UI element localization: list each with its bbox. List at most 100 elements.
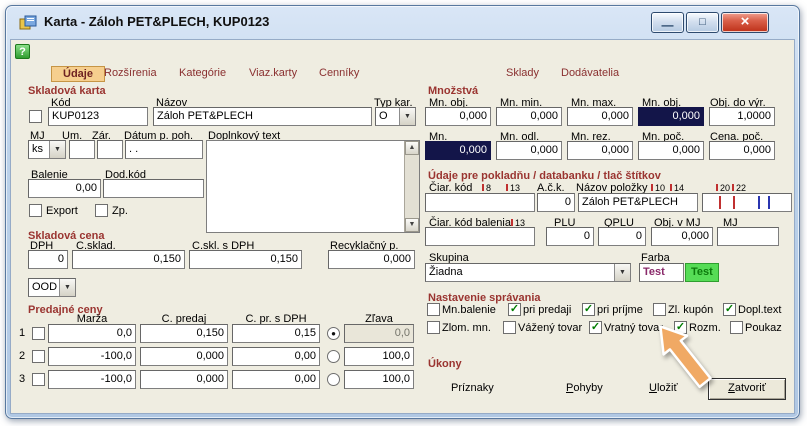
c-predaj-row3-input[interactable]: 0,000	[140, 370, 228, 389]
c-predaj-row1-input[interactable]: 0,150	[140, 324, 228, 343]
mn-odl-input[interactable]: 0,000	[496, 141, 562, 160]
help-button[interactable]: ?	[15, 44, 30, 59]
mn-max-input[interactable]: 0,000	[567, 107, 633, 126]
maximize-button[interactable]: □	[686, 12, 719, 33]
mn-input[interactable]: 0,000	[425, 141, 491, 160]
plu-input[interactable]: 0	[546, 227, 594, 246]
minimize-button[interactable]: —	[651, 12, 684, 33]
price-row1-radio[interactable]: ●	[327, 327, 340, 340]
position-mark	[768, 196, 770, 209]
mn-obj-input[interactable]: 0,000	[425, 107, 491, 126]
tab-cenniky[interactable]: Cenníky	[319, 66, 359, 82]
zp-label: Zp.	[112, 205, 128, 217]
zl-kupon-checkbox[interactable]	[653, 303, 666, 316]
c-skl-s-dph-input[interactable]: 0,150	[189, 250, 302, 269]
minimize-icon: —	[662, 18, 674, 32]
zar-input[interactable]	[97, 140, 123, 159]
marza-row2-input[interactable]: -100,0	[48, 347, 136, 366]
obj-do-vyr-input[interactable]: 1,0000	[709, 107, 775, 126]
title-bar[interactable]: Karta - Záloh PET&PLECH, KUP0123 — □ ×	[6, 6, 799, 39]
close-button[interactable]: ×	[721, 12, 769, 33]
balenie-input[interactable]: 0,00	[28, 179, 101, 198]
ack-input[interactable]: 0	[537, 193, 575, 212]
c-pr-s-dph-row3-input[interactable]: 0,00	[232, 370, 320, 389]
mn-obj2-input[interactable]: 0,000	[638, 107, 704, 126]
price-row2-checkbox[interactable]	[32, 350, 45, 363]
kod-input[interactable]: KUP0123	[48, 107, 148, 126]
zlava-row3-input[interactable]: 100,0	[344, 370, 414, 389]
typ-kar-select[interactable]: O ▼	[375, 107, 416, 126]
cena-poc-input[interactable]: 0,000	[709, 141, 775, 160]
mj-input-2[interactable]	[717, 227, 779, 246]
zlom-mn-label: Zlom. mn.	[442, 322, 491, 334]
tab-sklady[interactable]: Sklady	[506, 66, 539, 82]
nazov-input[interactable]: Záloh PET&PLECH	[153, 107, 372, 126]
pri-predaji-checkbox[interactable]: ✓	[508, 303, 521, 316]
kod-checkbox[interactable]	[29, 110, 42, 123]
dph-input[interactable]: 0	[28, 250, 68, 269]
poukaz-checkbox[interactable]	[730, 321, 743, 334]
window-title: Karta - Záloh PET&PLECH, KUP0123	[44, 14, 269, 29]
c-pr-s-dph-row2-input[interactable]: 0,00	[232, 347, 320, 366]
doplnkovy-text-input[interactable]: ▲ ▼	[206, 140, 420, 233]
ciar-kod-balenia-input[interactable]	[425, 227, 535, 246]
pozicie-input[interactable]	[702, 193, 792, 212]
chevron-down-icon[interactable]: ▼	[614, 264, 630, 281]
vratny-tovar-checkbox[interactable]: ✓	[589, 321, 602, 334]
nazov-polozky-input[interactable]: Záloh PET&PLECH	[578, 193, 698, 212]
marza-row3-input[interactable]: -100,0	[48, 370, 136, 389]
recyklacny-input[interactable]: 0,000	[328, 250, 415, 269]
dod-kod-input[interactable]	[103, 179, 204, 198]
chevron-down-icon[interactable]: ▼	[59, 279, 75, 296]
ciar-kod-input[interactable]	[425, 193, 535, 212]
pri-prijme-checkbox[interactable]: ✓	[582, 303, 595, 316]
price-row3-checkbox[interactable]	[32, 373, 45, 386]
mn-balenie-checkbox[interactable]	[427, 303, 440, 316]
ruler-tick	[506, 184, 508, 191]
c-pr-s-dph-row1-input[interactable]: 0,15	[232, 324, 320, 343]
c-sklad-input[interactable]: 0,150	[72, 250, 185, 269]
zlom-mn-checkbox[interactable]	[427, 321, 440, 334]
mj-select[interactable]: ks ▼	[28, 140, 66, 159]
mn-rez-input[interactable]: 0,000	[567, 141, 633, 160]
tab-rozsirenia[interactable]: Rozšírenia	[104, 66, 157, 82]
price-row-number: 2	[19, 350, 25, 362]
scrollbar[interactable]: ▲ ▼	[404, 141, 419, 232]
zp-checkbox[interactable]	[95, 204, 108, 217]
ruler-tick	[511, 219, 513, 226]
um-input[interactable]	[69, 140, 95, 159]
ruler-number: 20	[720, 183, 730, 193]
mn-min-input[interactable]: 0,000	[496, 107, 562, 126]
ruler-number: 13	[510, 183, 520, 193]
dopl-text-checkbox[interactable]: ✓	[723, 303, 736, 316]
pohyby-button[interactable]: Pohyby	[566, 382, 603, 394]
tab-dodavatelia[interactable]: Dodávatelia	[561, 66, 619, 82]
price-row3-radio[interactable]	[327, 373, 340, 386]
scroll-up-icon[interactable]: ▲	[405, 141, 419, 155]
price-row1-checkbox[interactable]	[32, 327, 45, 340]
kod-dph-select[interactable]: OOD ▼	[28, 278, 76, 297]
tab-viaz-karty[interactable]: Viaz.karty	[249, 66, 297, 82]
datum-p-poh-input[interactable]: . .	[125, 140, 203, 159]
farba-swatch[interactable]: Test	[685, 263, 719, 282]
obj-v-mj-input[interactable]: 0,000	[651, 227, 713, 246]
zlava-row2-input[interactable]: 100,0	[344, 347, 414, 366]
chevron-down-icon[interactable]: ▼	[49, 141, 65, 158]
priznaky-button[interactable]: Príznaky	[451, 382, 494, 394]
tab-udaje[interactable]: Údaje	[51, 66, 105, 82]
marza-row1-input[interactable]: 0,0	[48, 324, 136, 343]
tab-kategorie[interactable]: Kategórie	[179, 66, 226, 82]
vazeny-tovar-label: Vážený tovar	[518, 322, 582, 334]
mn-poc-input[interactable]: 0,000	[638, 141, 704, 160]
scroll-down-icon[interactable]: ▼	[405, 218, 419, 232]
c-predaj-row2-input[interactable]: 0,000	[140, 347, 228, 366]
vazeny-tovar-checkbox[interactable]	[503, 321, 516, 334]
zatvorit-button[interactable]: Zatvoriť	[708, 378, 786, 400]
skupina-select[interactable]: Žiadna ▼	[425, 263, 631, 282]
ruler-tick	[670, 184, 672, 191]
chevron-down-icon[interactable]: ▼	[399, 108, 415, 125]
price-row2-radio[interactable]	[327, 350, 340, 363]
qplu-input[interactable]: 0	[598, 227, 646, 246]
export-checkbox[interactable]	[29, 204, 42, 217]
farba-nazov-input[interactable]: Test	[639, 263, 684, 282]
